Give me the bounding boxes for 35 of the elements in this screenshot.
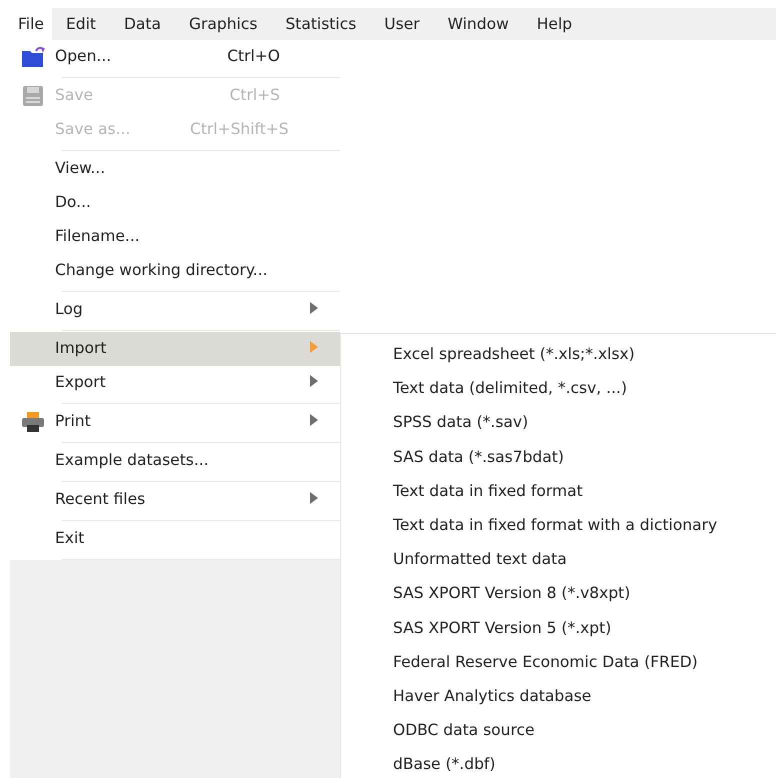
folder-icon — [20, 46, 44, 68]
menu-item[interactable]: Statistics — [271, 8, 370, 40]
menu-item[interactable]: Export — [10, 366, 340, 400]
menu-item[interactable]: Excel spreadsheet (*.xls;*.xlsx) — [341, 337, 776, 372]
menu-item[interactable]: Unformatted text data — [341, 542, 776, 576]
menu-item[interactable]: SAS data (*.sas7bdat) — [341, 440, 776, 474]
menu-item[interactable]: Data — [110, 8, 175, 40]
menu-item[interactable]: Graphics — [174, 8, 272, 40]
menu-item[interactable]: Import — [10, 332, 340, 366]
menu-item[interactable]: Edit — [52, 8, 110, 40]
printer-icon — [20, 411, 44, 433]
menu-item[interactable]: Help — [522, 8, 586, 40]
menu-item[interactable]: View... — [10, 152, 340, 186]
menu-item[interactable]: Open... Ctrl+O — [10, 40, 340, 74]
menu-item[interactable]: Print — [10, 405, 340, 439]
menu-item[interactable]: Haver Analytics database — [341, 678, 776, 714]
menu-item[interactable]: ODBC data source — [341, 713, 776, 748]
menu-item[interactable]: Federal Reserve Economic Data (FRED) — [341, 644, 776, 679]
menu-item[interactable]: Text data in fixed format — [341, 474, 776, 508]
menu-item[interactable]: Window — [434, 8, 523, 40]
menu-item[interactable]: File — [10, 8, 52, 40]
menu-item[interactable]: Log — [10, 293, 340, 327]
menu-item[interactable]: Change working directory... — [10, 254, 340, 288]
menu-item[interactable]: dBase (*.dbf) — [341, 747, 776, 778]
menu-item[interactable]: Example datasets... — [10, 444, 340, 478]
menu-item[interactable]: Exit — [10, 522, 340, 556]
menu-item[interactable]: Recent files — [10, 483, 340, 517]
menu-item[interactable]: SPSS data (*.sav) — [341, 405, 776, 440]
menu-item[interactable]: SAS XPORT Version 5 (*.xpt) — [341, 610, 776, 645]
menu-item[interactable]: Do... — [10, 186, 340, 220]
menu-item[interactable]: Text data in fixed format with a dictionary — [341, 508, 776, 542]
menu-item[interactable]: User — [370, 8, 434, 40]
menu-item[interactable]: SAS XPORT Version 8 (*.v8xpt) — [341, 576, 776, 610]
menu-item[interactable]: Text data (delimited, *.csv, ...) — [341, 371, 776, 406]
menu-item[interactable]: Filename... — [10, 220, 340, 254]
